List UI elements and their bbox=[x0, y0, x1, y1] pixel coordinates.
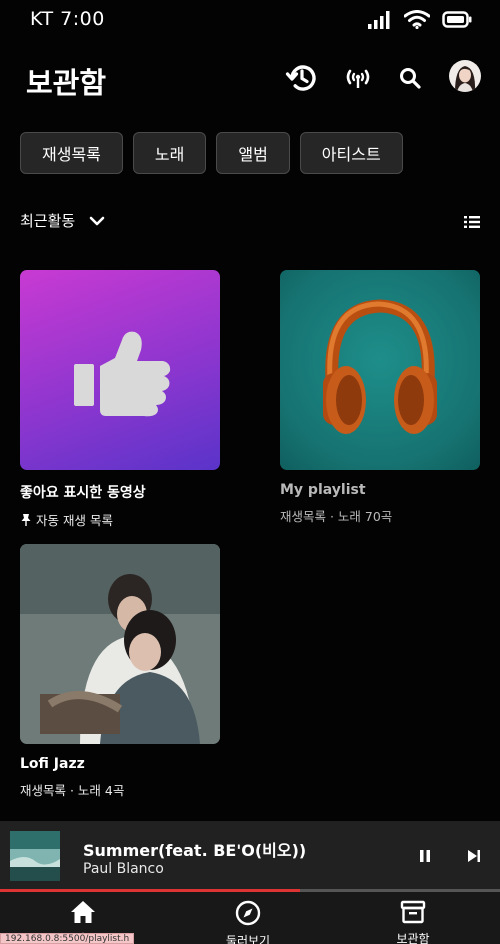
item-subtitle: 재생목록 · 노래 70곡 bbox=[280, 509, 393, 524]
history-icon[interactable] bbox=[284, 60, 320, 96]
cast-icon[interactable] bbox=[340, 60, 376, 96]
chip-playlists[interactable]: 재생목록 bbox=[20, 132, 123, 174]
chevron-down-icon bbox=[89, 216, 105, 225]
page-title: 보관함 bbox=[26, 66, 107, 100]
now-playing-artist: Paul Blanco bbox=[83, 861, 164, 877]
library-icon bbox=[400, 900, 426, 924]
nav-item-library[interactable]: 보관함 bbox=[358, 900, 468, 944]
library-item-my-playlist[interactable]: My playlist 재생목록 · 노래 70곡 bbox=[280, 270, 480, 525]
pause-icon[interactable] bbox=[414, 845, 436, 867]
item-subtitle: 재생목록 · 노래 4곡 bbox=[20, 783, 125, 798]
wifi-icon bbox=[404, 10, 430, 29]
list-view-icon[interactable] bbox=[464, 215, 480, 229]
headphones-art bbox=[323, 299, 437, 434]
item-title: Lofi Jazz bbox=[20, 756, 85, 772]
chip-albums[interactable]: 앨범 bbox=[216, 132, 290, 174]
link-url-tooltip: 192.168.0.8:5500/playlist.h bbox=[0, 933, 135, 944]
library-screen: KT 7:00 보관함 재생목록 노래 앨범 아티스트 최근활동 좋아요 표시한… bbox=[0, 0, 500, 944]
nav-item-explore[interactable]: 둘러보기 bbox=[193, 900, 303, 944]
sort-dropdown[interactable]: 최근활동 bbox=[20, 210, 105, 231]
nav-label: 보관함 bbox=[396, 932, 430, 944]
pin-icon bbox=[21, 514, 31, 526]
item-subtitle: 자동 재생 목록 bbox=[36, 513, 113, 528]
thumbs-up-icon bbox=[74, 331, 171, 417]
now-playing-art bbox=[10, 831, 60, 881]
chip-artists[interactable]: 아티스트 bbox=[299, 132, 403, 174]
status-carrier-time: KT 7:00 bbox=[30, 8, 105, 30]
filter-chips: 재생목록 노래 앨범 아티스트 bbox=[20, 132, 403, 174]
thumbnail bbox=[20, 270, 220, 470]
search-icon[interactable] bbox=[392, 60, 428, 96]
library-item-liked-videos[interactable]: 좋아요 표시한 동영상 자동 재생 목록 bbox=[20, 270, 220, 529]
chip-songs[interactable]: 노래 bbox=[132, 132, 207, 174]
library-item-lofi-jazz[interactable]: Lofi Jazz 재생목록 · 노래 4곡 bbox=[20, 544, 220, 799]
home-icon bbox=[71, 901, 95, 923]
now-playing-title: Summer(feat. BE'O(비오)) bbox=[83, 841, 307, 860]
skip-next-icon[interactable] bbox=[463, 845, 485, 867]
avatar[interactable] bbox=[449, 60, 481, 92]
mini-player[interactable]: Summer(feat. BE'O(비오)) Paul Blanco bbox=[0, 821, 500, 890]
thumbnail bbox=[280, 270, 480, 470]
signal-icon bbox=[368, 10, 390, 29]
header: 보관함 bbox=[0, 52, 500, 106]
status-bar: KT 7:00 bbox=[0, 0, 500, 40]
album-cover-photo bbox=[20, 544, 220, 744]
sort-label: 최근활동 bbox=[20, 212, 76, 230]
nav-label: 둘러보기 bbox=[225, 934, 271, 944]
item-title: My playlist bbox=[280, 482, 366, 498]
item-title: 좋아요 표시한 동영상 bbox=[20, 485, 146, 501]
compass-icon bbox=[235, 900, 261, 926]
battery-icon bbox=[442, 11, 472, 28]
